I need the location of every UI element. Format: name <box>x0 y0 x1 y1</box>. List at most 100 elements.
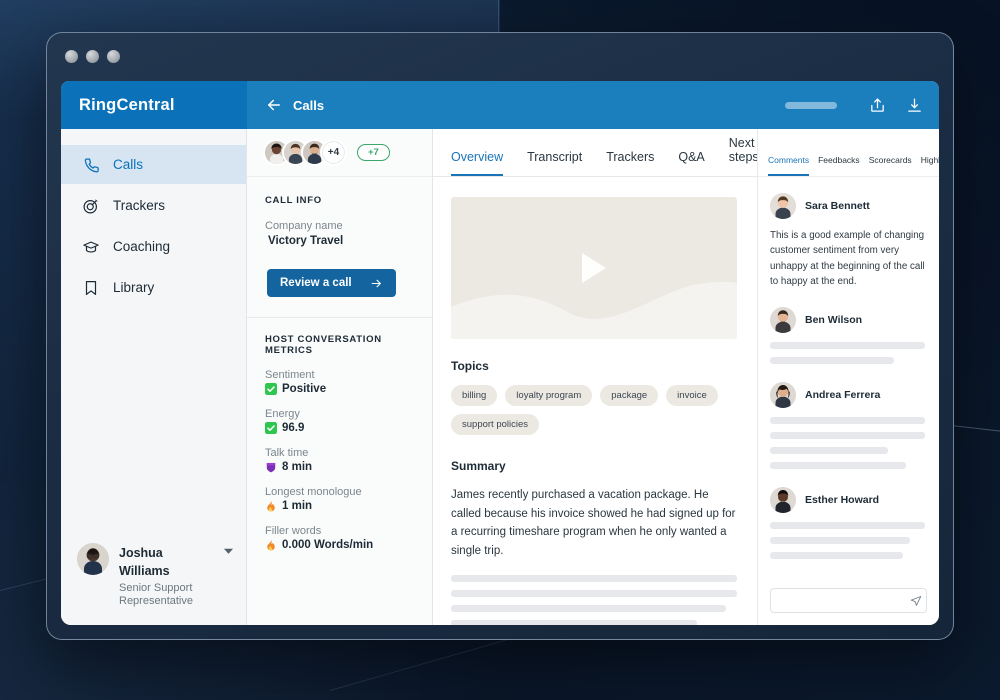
app-body: Calls Trackers Coaching Library Joshua W… <box>61 129 939 625</box>
metric-value-talk-time: 8 min <box>265 461 416 473</box>
skeleton-line <box>770 521 925 529</box>
chevron-down-icon[interactable] <box>223 547 234 555</box>
sidebar-item-trackers[interactable]: Trackers <box>61 186 246 225</box>
top-bar: RingCentral Calls <box>61 81 939 129</box>
comment-item: Esther Howard <box>770 486 925 559</box>
comment-header: Esther Howard <box>770 486 925 513</box>
comment-header: Ben Wilson <box>770 306 925 333</box>
send-icon[interactable] <box>910 595 922 607</box>
arrow-left-icon[interactable] <box>265 96 283 114</box>
graduation-cap-icon <box>83 241 99 253</box>
user-name: Joshua Williams <box>119 545 170 578</box>
metric-text: 8 min <box>282 461 313 473</box>
user-role: Senior Support Representative <box>119 581 193 608</box>
close-window-button[interactable] <box>65 50 78 63</box>
sidebar-item-label: Library <box>113 280 155 295</box>
window-titlebar <box>47 33 953 81</box>
tab-scorecards[interactable]: Scorecards <box>869 155 912 176</box>
comment-skeleton <box>770 521 925 559</box>
tab-transcript[interactable]: Transcript <box>527 150 582 176</box>
breadcrumb[interactable]: Calls <box>293 98 324 113</box>
metric-value-longest-monologue: 1 min <box>265 500 416 512</box>
app-window: RingCentral Calls Calls Trackers Coachin… <box>46 32 954 640</box>
topics-title: Topics <box>451 359 489 373</box>
sidebar-item-label: Calls <box>113 157 144 172</box>
metric-label-talk-time: Talk time <box>265 447 309 459</box>
user-profile[interactable]: Joshua Williams Senior Support Represent… <box>61 529 246 626</box>
sidebar-item-calls[interactable]: Calls <box>61 145 246 184</box>
participant-avatar-stack[interactable]: +4 <box>263 139 347 166</box>
tab-comments[interactable]: Comments <box>768 155 810 176</box>
metric-label-longest-monologue: Longest monologue <box>265 486 362 498</box>
sidebar-item-library[interactable]: Library <box>61 268 246 307</box>
metric-text: 96.9 <box>282 422 305 434</box>
summary-text: James recently purchased a vacation pack… <box>451 489 736 557</box>
main-tabs: Overview Transcript Trackers Q&A Next st… <box>433 129 759 177</box>
download-icon[interactable] <box>906 97 923 114</box>
host-metrics-section: HOST CONVERSATION METRICS Sentiment Posi… <box>247 318 432 551</box>
status-badge: +7 <box>357 144 390 161</box>
comment-input[interactable] <box>778 595 910 606</box>
avatar <box>770 486 796 513</box>
avatar <box>770 381 796 408</box>
topics-list: billing loyalty program package invoice … <box>451 385 737 435</box>
comment-text: This is a good example of changing custo… <box>770 230 925 288</box>
summary-skeleton <box>451 574 737 625</box>
bookmark-icon <box>85 280 97 295</box>
metric-value-filler-words: 0.000 Words/min <box>265 539 416 551</box>
comments-list: Sara Bennett This is a good example of c… <box>758 177 939 578</box>
topic-chip[interactable]: invoice <box>666 385 718 406</box>
green-check-icon <box>265 383 277 395</box>
comment-item: Sara Bennett This is a good example of c… <box>770 193 925 290</box>
skeleton-line <box>770 461 907 469</box>
skeleton-line <box>770 551 904 559</box>
comment-skeleton <box>770 416 925 469</box>
right-panel-tabs: Comments Feedbacks Scorecards Highlights <box>758 129 939 177</box>
brand-logo: RingCentral <box>61 81 247 129</box>
window-traffic-lights <box>65 50 120 63</box>
minimize-window-button[interactable] <box>86 50 99 63</box>
comment-item: Ben Wilson <box>770 306 925 364</box>
video-player[interactable] <box>451 197 737 339</box>
review-a-call-button[interactable]: Review a call <box>267 269 396 297</box>
tab-highlights[interactable]: Highlights <box>921 155 939 176</box>
comment-author: Ben Wilson <box>805 313 863 326</box>
comment-author: Andrea Ferrera <box>805 388 881 401</box>
brand-label: RingCentral <box>79 95 175 114</box>
metric-label-sentiment: Sentiment <box>265 369 315 381</box>
company-name-label: Company name <box>265 220 343 232</box>
participant-overflow-count[interactable]: +4 <box>320 139 347 166</box>
fire-icon <box>267 500 275 512</box>
host-metrics-title: HOST CONVERSATION METRICS <box>265 334 382 356</box>
avatar <box>77 542 109 575</box>
tab-next-steps[interactable]: Next steps <box>729 136 759 176</box>
fire-icon <box>267 539 275 551</box>
comment-skeleton <box>770 341 925 364</box>
avatar <box>770 193 796 219</box>
topic-chip[interactable]: support policies <box>451 414 540 435</box>
tab-overview[interactable]: Overview <box>451 150 504 176</box>
purple-shield-icon <box>266 462 276 473</box>
topic-chip[interactable]: loyalty program <box>505 385 593 406</box>
sidebar: Calls Trackers Coaching Library Joshua W… <box>61 129 247 625</box>
metric-text: 1 min <box>282 500 313 512</box>
tab-qa[interactable]: Q&A <box>678 150 704 176</box>
share-icon[interactable] <box>869 97 886 114</box>
topic-chip[interactable]: package <box>600 385 659 406</box>
skeleton-line <box>451 619 697 625</box>
tab-feedbacks[interactable]: Feedbacks <box>818 155 860 176</box>
comment-input-box[interactable] <box>770 588 927 613</box>
topic-chip[interactable]: billing <box>451 385 498 406</box>
play-triangle-icon[interactable] <box>582 253 606 283</box>
call-info-panel: +4 +7 CALL INFO Company name Victory Tra… <box>247 129 433 625</box>
maximize-window-button[interactable] <box>107 50 120 63</box>
sidebar-item-coaching[interactable]: Coaching <box>61 227 246 266</box>
metric-label-energy: Energy <box>265 408 300 420</box>
metric-text: 0.000 Words/min <box>282 539 374 551</box>
skeleton-line <box>770 341 925 349</box>
metric-text: Positive <box>282 383 327 395</box>
tab-trackers[interactable]: Trackers <box>606 150 654 176</box>
top-bar-placeholder-pill <box>785 101 837 109</box>
summary-title: Summary <box>451 459 506 473</box>
metric-label-filler-words: Filler words <box>265 525 322 537</box>
